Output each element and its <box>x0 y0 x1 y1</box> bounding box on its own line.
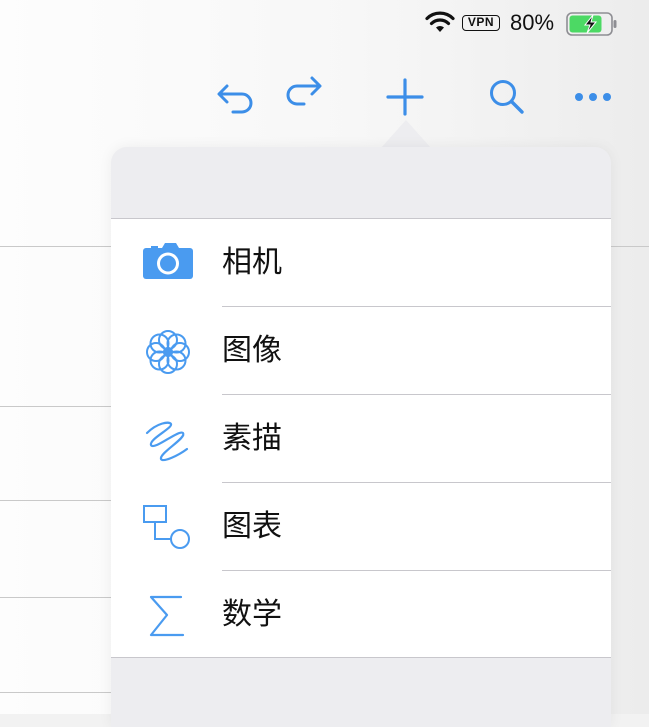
menu-item-label: 相机 <box>222 245 282 280</box>
document-line <box>0 597 111 598</box>
search-icon <box>490 80 524 114</box>
menu-item-label: 数学 <box>222 597 282 632</box>
battery-icon <box>566 12 617 36</box>
menu-item-label: 图表 <box>222 509 282 544</box>
menu-item-sketch[interactable]: 素描 <box>111 395 611 483</box>
photos-icon <box>141 327 195 377</box>
document-line <box>0 692 111 693</box>
popover-arrow <box>381 120 431 148</box>
menu-item-photos[interactable]: 图像 <box>111 307 611 395</box>
undo-icon <box>217 84 253 114</box>
undo-button[interactable] <box>211 72 259 120</box>
plus-icon <box>386 78 424 116</box>
more-button[interactable] <box>570 72 618 120</box>
sketch-icon <box>141 415 195 465</box>
redo-icon <box>286 76 322 106</box>
menu-item-label: 图像 <box>222 333 282 368</box>
camera-icon <box>141 239 195 289</box>
insert-menu: 相机 图像 素描 图表 数学 <box>111 218 611 658</box>
document-line <box>0 406 111 407</box>
battery-percentage: 80% <box>510 10 555 35</box>
sigma-icon <box>141 591 195 641</box>
insert-popover: 相机 图像 素描 图表 数学 <box>111 147 611 727</box>
vpn-badge: VPN <box>462 15 500 31</box>
menu-item-diagram[interactable]: 图表 <box>111 483 611 571</box>
document-line <box>0 500 111 501</box>
more-icon <box>575 93 611 101</box>
search-button[interactable] <box>482 72 530 120</box>
diagram-icon <box>141 503 195 553</box>
wifi-icon <box>425 11 455 32</box>
menu-item-math[interactable]: 数学 <box>111 571 611 659</box>
status-bar: VPN 80% <box>0 0 649 48</box>
menu-item-label: 素描 <box>222 421 282 456</box>
add-button[interactable] <box>381 72 429 120</box>
menu-item-camera[interactable]: 相机 <box>111 219 611 307</box>
redo-button[interactable] <box>280 72 328 120</box>
